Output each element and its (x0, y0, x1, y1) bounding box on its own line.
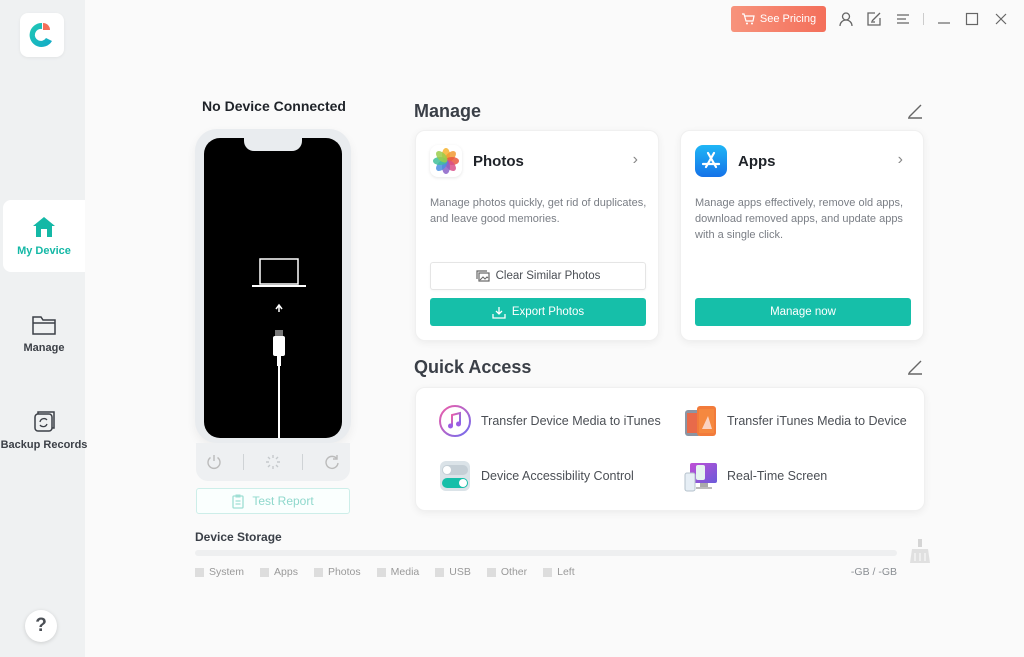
legend-item-other: Other (486, 566, 527, 578)
clipboard-icon (232, 494, 244, 509)
export-photos-label: Export Photos (511, 306, 585, 318)
app-logo (20, 13, 64, 57)
clear-similar-photos-button[interactable]: Clear Similar Photos (430, 262, 646, 290)
quick-access-label: Transfer iTunes Media to Device (727, 414, 907, 428)
quick-access-label: Real-Time Screen (727, 469, 828, 483)
home-icon (33, 217, 55, 237)
close-icon[interactable] (992, 10, 1010, 28)
sidebar-item-manage[interactable]: Manage (3, 298, 85, 370)
refresh-icon[interactable] (324, 454, 340, 470)
transfer-to-device-icon (684, 404, 718, 438)
storage-value: -GB / -GB (850, 566, 897, 578)
quick-access-item[interactable]: Real-Time Screen (684, 459, 827, 493)
photos-card-description: Manage photos quickly, get rid of duplic… (430, 197, 647, 225)
device-storage-title: Device Storage (195, 530, 282, 544)
sidebar-item-label: Backup Records (0, 439, 88, 451)
control-divider (301, 454, 303, 470)
arrow-up-icon (275, 303, 283, 312)
legend-item-system: System (195, 566, 244, 578)
control-divider (243, 454, 245, 470)
manage-now-label: Manage now (770, 306, 836, 318)
quick-access-item[interactable]: Transfer iTunes Media to Device (684, 404, 907, 438)
photos-card: Photos › Manage photos quickly, get rid … (415, 130, 659, 341)
download-icon (492, 306, 506, 319)
menu-icon[interactable] (894, 10, 912, 28)
apps-card: Apps › Manage apps effectively, remove o… (680, 130, 924, 341)
backup-icon (34, 411, 55, 432)
folder-icon (32, 316, 56, 335)
device-status-title: No Device Connected (202, 98, 346, 114)
app-store-icon (695, 145, 727, 177)
topbar-divider (923, 13, 924, 25)
test-report-button[interactable]: Test Report (196, 488, 350, 514)
legend-item-photos: Photos (313, 566, 361, 578)
apps-card-description: Manage apps effectively, remove old apps… (695, 197, 904, 241)
legend-item-apps: Apps (260, 566, 298, 578)
sidebar: My Device Manage Backup Records ? (0, 0, 88, 657)
quick-access-section-title: Quick Access (414, 357, 532, 377)
phone-screen (204, 138, 342, 438)
power-icon[interactable] (206, 454, 222, 470)
user-icon[interactable] (837, 10, 855, 28)
legend-item-media: Media (376, 566, 419, 578)
feedback-icon[interactable] (865, 10, 883, 28)
sidebar-item-backup-records[interactable]: Backup Records (0, 394, 88, 466)
quick-access-label: Transfer Device Media to iTunes (481, 414, 661, 428)
storage-bar (195, 550, 897, 556)
photos-card-title: Photos (473, 153, 524, 170)
help-icon: ? (35, 615, 47, 636)
phone-illustration (195, 129, 351, 443)
photos-app-icon (430, 145, 462, 177)
quick-access-item[interactable]: Device Accessibility Control (438, 459, 634, 493)
phone-controls (196, 443, 350, 481)
see-pricing-label: See Pricing (759, 13, 817, 25)
maximize-icon[interactable] (963, 10, 981, 28)
photos-stack-icon (475, 270, 490, 282)
toggle-icon (438, 459, 472, 493)
quick-access-item[interactable]: Transfer Device Media to iTunes (438, 404, 661, 438)
itunes-icon (438, 404, 472, 438)
sidebar-item-label: My Device (17, 245, 71, 257)
loading-icon[interactable] (265, 454, 281, 470)
legend-item-usb: USB (435, 566, 471, 578)
storage-legend: System Apps Photos Media USB Other Left (195, 566, 575, 578)
minimize-icon[interactable] (935, 10, 953, 28)
sidebar-item-label: Manage (23, 342, 65, 354)
manage-section-title: Manage (414, 101, 482, 121)
manage-now-button[interactable]: Manage now (695, 298, 911, 326)
sidebar-item-my-device[interactable]: My Device (3, 200, 85, 272)
apps-card-title: Apps (738, 153, 776, 170)
clear-similar-photos-label: Clear Similar Photos (495, 270, 601, 282)
test-report-label: Test Report (252, 494, 314, 508)
laptop-icon (252, 258, 306, 287)
quick-access-label: Device Accessibility Control (481, 469, 634, 483)
edit-quick-access-icon[interactable] (906, 358, 924, 376)
cable-icon (273, 330, 285, 438)
chevron-right-icon[interactable]: › (633, 151, 638, 169)
screen-mirror-icon (684, 459, 718, 493)
quick-access-panel: Transfer Device Media to iTunes Transfer… (415, 387, 925, 511)
help-button[interactable]: ? (25, 610, 57, 642)
legend-item-left: Left (543, 566, 575, 578)
cart-icon (741, 13, 755, 25)
export-photos-button[interactable]: Export Photos (430, 298, 646, 326)
see-pricing-button[interactable]: See Pricing (731, 6, 826, 32)
clean-icon[interactable] (906, 537, 934, 565)
edit-manage-icon[interactable] (906, 102, 924, 120)
chevron-right-icon[interactable]: › (898, 151, 903, 169)
